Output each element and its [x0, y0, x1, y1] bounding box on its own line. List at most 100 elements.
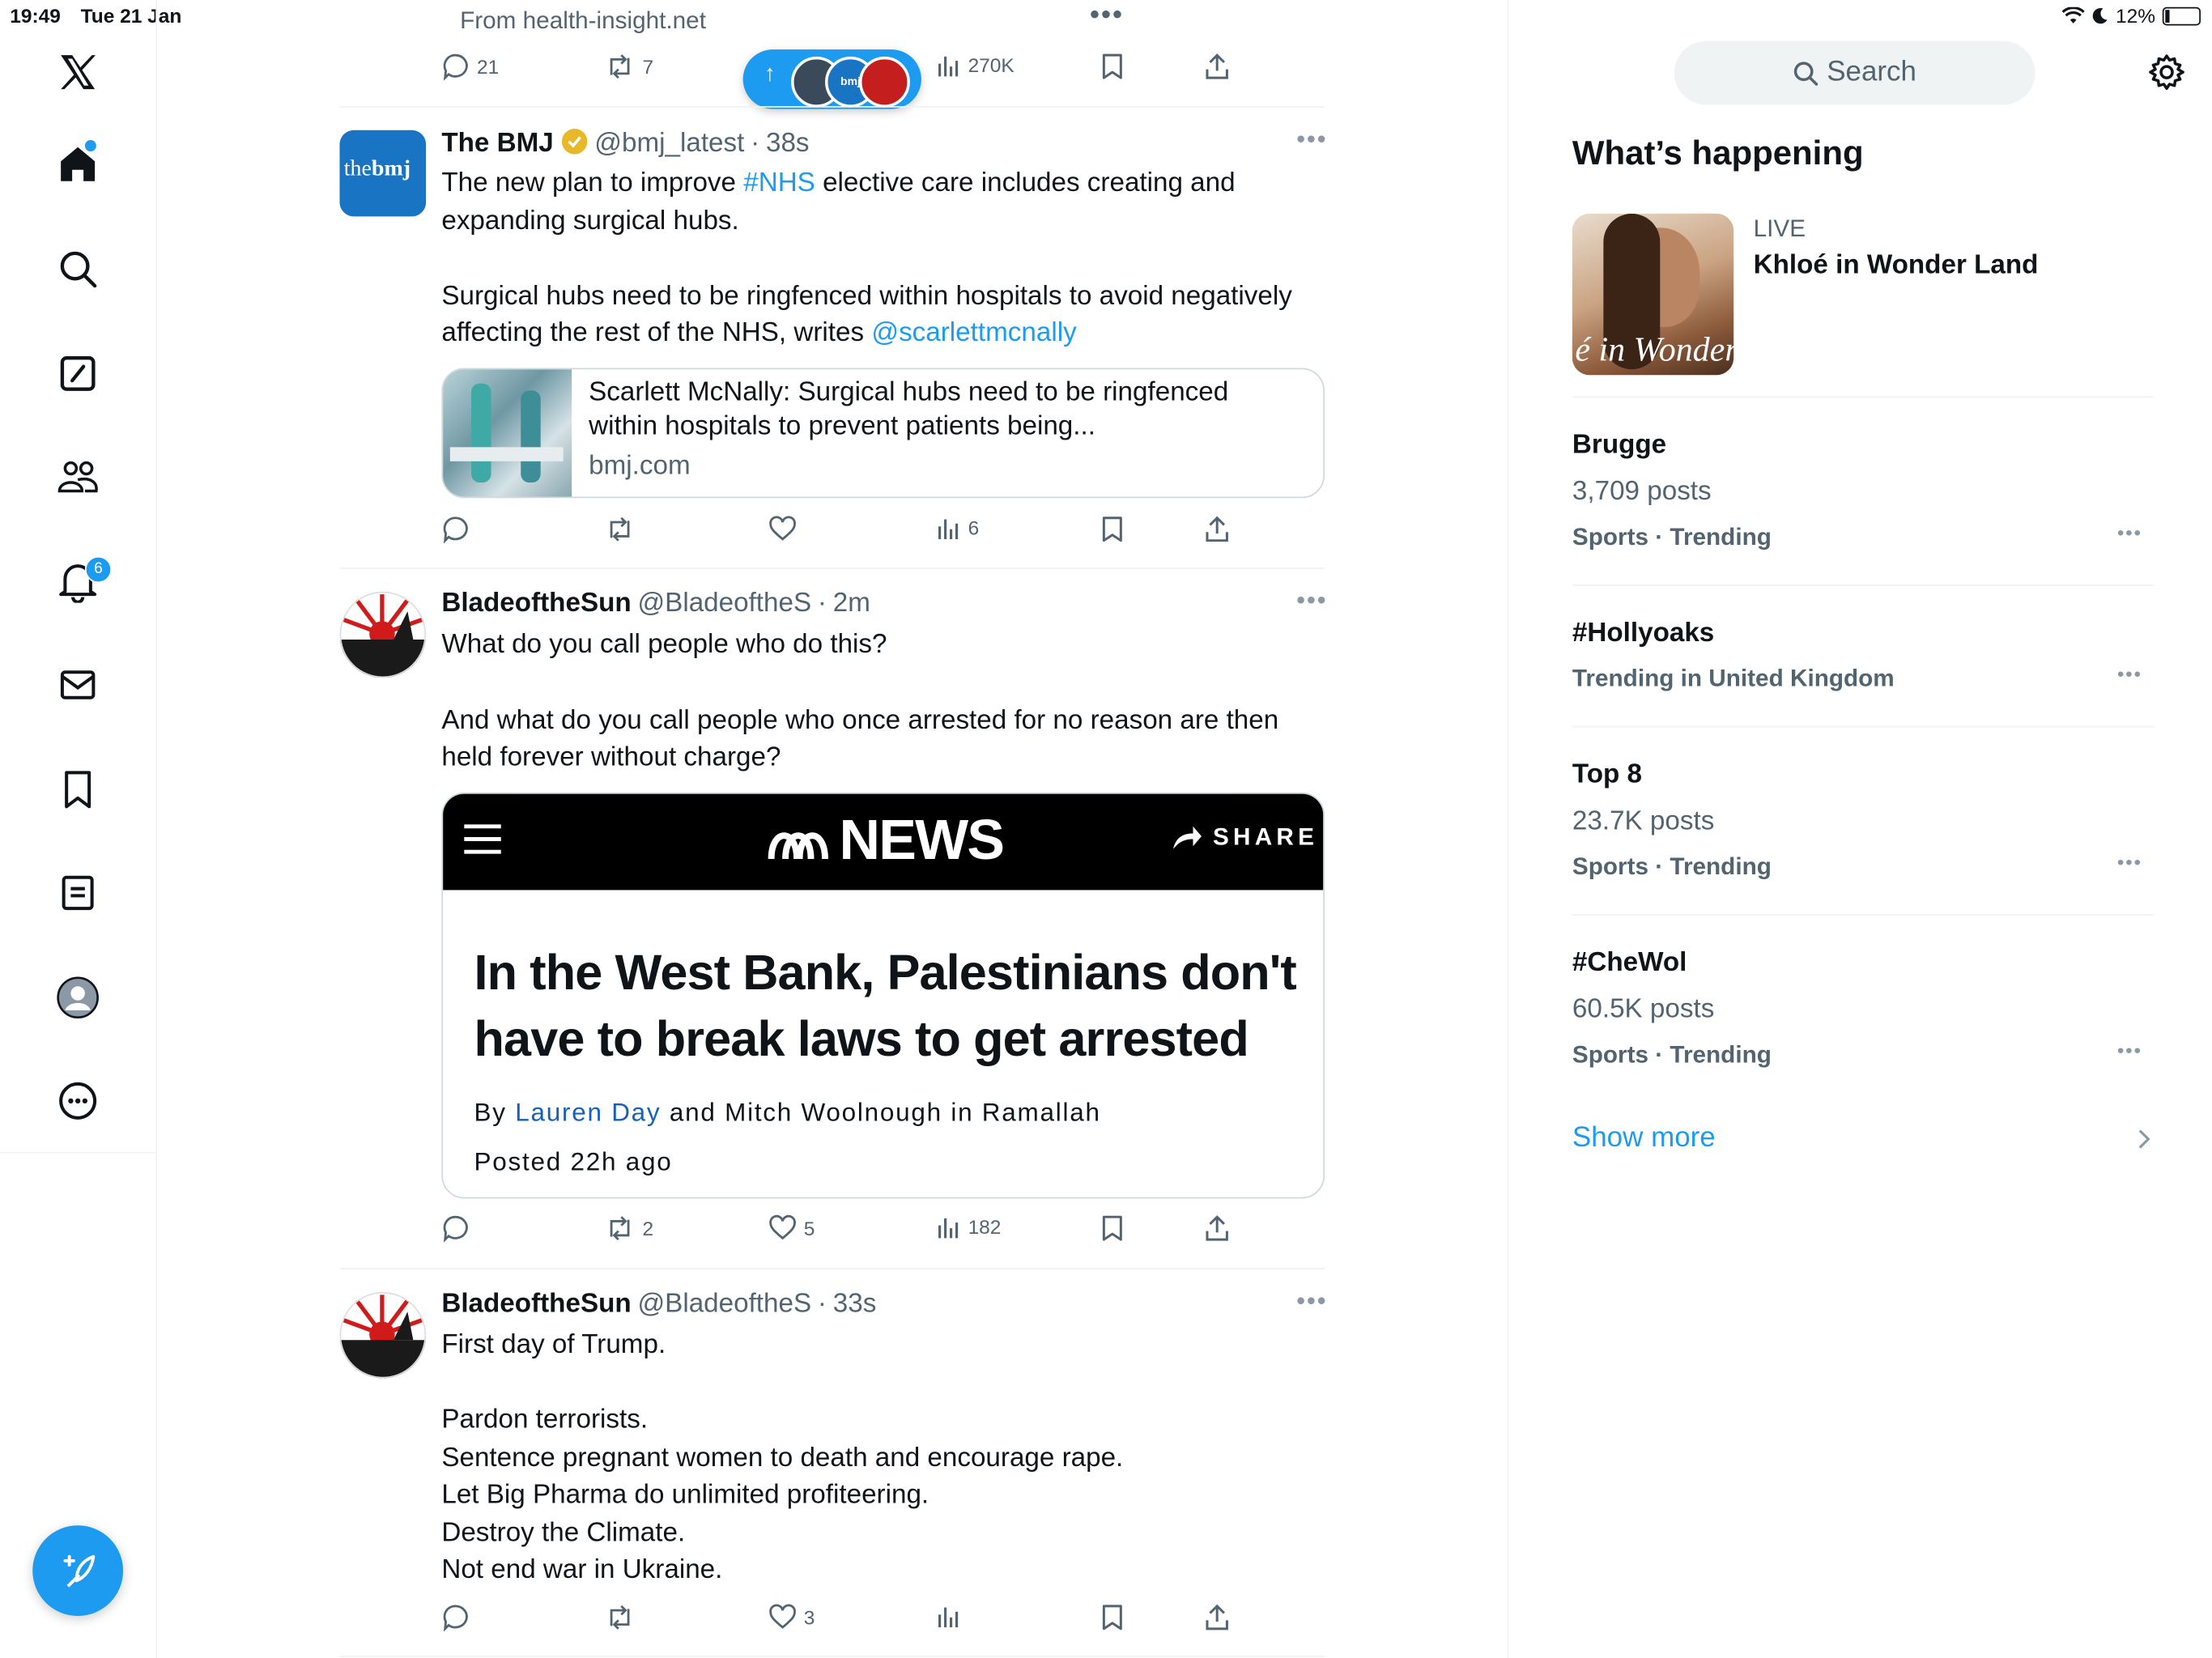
tweet-time[interactable]: 38s — [766, 129, 810, 159]
communities-icon[interactable] — [57, 456, 99, 498]
views-action[interactable]: 6 — [935, 515, 979, 540]
thumbnail-caption: é in Wonder L — [1575, 332, 1734, 370]
share-icon[interactable] — [1203, 1603, 1231, 1631]
retweet-action[interactable]: 2 — [604, 1214, 653, 1243]
news-byline: By Lauren Day and Mitch Woolnough in Ram… — [474, 1098, 1101, 1127]
trend-title[interactable]: Brugge — [1572, 430, 1666, 461]
x-logo-icon[interactable] — [57, 51, 99, 93]
bookmark-icon[interactable] — [1098, 1214, 1126, 1243]
author-handle[interactable]: @BladeoftheS — [637, 1289, 811, 1319]
link-preview-card[interactable]: Scarlett McNally: Surgical hubs need to … — [441, 368, 1325, 499]
messages-envelope-icon[interactable] — [57, 664, 99, 706]
views-count: 182 — [968, 1215, 1002, 1239]
main-column-border — [1507, 0, 1509, 1658]
grok-icon[interactable] — [57, 352, 99, 394]
like-action[interactable] — [768, 515, 804, 543]
reply-action[interactable] — [441, 1214, 477, 1243]
reply-count: 21 — [477, 55, 500, 79]
byline-author-link: Lauren Day — [515, 1098, 661, 1127]
search-input[interactable]: Search — [1674, 40, 2035, 105]
tweet-more-icon[interactable]: ••• — [1296, 586, 1327, 616]
tweet-time[interactable]: 33s — [833, 1289, 877, 1319]
views-action[interactable]: 270K — [935, 53, 1015, 78]
up-arrow-icon: ↑ — [764, 62, 776, 87]
more-circle-icon[interactable] — [57, 1080, 99, 1122]
like-action[interactable]: 5 — [768, 1214, 815, 1243]
trend-more-icon[interactable]: ••• — [2117, 850, 2142, 873]
tweet-more-icon[interactable]: ••• — [1296, 1286, 1327, 1316]
tweet-image-news[interactable]: NEWS SHARE In the West Bank, Palestinian… — [441, 792, 1325, 1199]
views-action[interactable]: 182 — [935, 1214, 1001, 1239]
views-action[interactable] — [935, 1603, 968, 1628]
bookmarks-icon[interactable] — [57, 768, 99, 810]
news-headline: In the West Bank, Palestinians don't hav… — [474, 945, 1297, 1067]
lists-icon[interactable] — [57, 872, 99, 914]
tweet-time[interactable]: 2m — [833, 589, 870, 619]
live-event-title[interactable]: Khloé in Wonder Land — [1754, 250, 2039, 281]
tweet-divider — [339, 106, 1325, 108]
retweet-icon — [604, 1214, 635, 1243]
reply-action[interactable] — [441, 1603, 477, 1632]
views-bar-icon — [935, 1214, 960, 1239]
trend-title[interactable]: #CheWol — [1572, 948, 1687, 979]
more-options-icon[interactable]: ••• — [1090, 0, 1124, 32]
pill-avatar-blade — [858, 56, 910, 108]
heart-icon — [768, 515, 797, 543]
share-icon[interactable] — [1203, 515, 1231, 543]
bladeofthesun-avatar[interactable] — [339, 591, 427, 678]
trend-title[interactable]: Top 8 — [1572, 760, 1642, 791]
views-count: 6 — [968, 516, 980, 539]
share-icon[interactable] — [1203, 1214, 1231, 1243]
nav-divider — [0, 1151, 156, 1154]
settings-gear-icon[interactable] — [2148, 53, 2184, 90]
trend-title[interactable]: #Hollyoaks — [1572, 619, 1714, 649]
show-more-link[interactable]: Show more — [1572, 1122, 1716, 1154]
reply-action[interactable]: 21 — [441, 53, 499, 81]
trend-more-icon[interactable]: ••• — [2117, 1039, 2142, 1061]
wifi-icon — [2061, 6, 2085, 24]
author-handle[interactable]: @BladeoftheS — [637, 589, 811, 619]
link-preview-title: Scarlett McNally: Surgical hubs need to … — [589, 377, 1229, 442]
live-label: LIVE — [1753, 215, 1806, 242]
mention-link[interactable]: @scarlettmcnally — [871, 318, 1076, 348]
trend-more-icon[interactable]: ••• — [2117, 521, 2142, 543]
bladeofthesun-avatar[interactable] — [339, 1291, 427, 1379]
compose-post-button[interactable] — [32, 1525, 124, 1617]
author-name[interactable]: BladeoftheSun — [441, 589, 631, 619]
views-bar-icon — [935, 515, 960, 540]
tweet-divider — [339, 567, 1325, 569]
trend-context: Sports · Trending — [1572, 852, 1772, 881]
new-posts-pill[interactable]: ↑ bmj — [742, 49, 921, 109]
like-action[interactable]: 3 — [768, 1603, 815, 1631]
notifications-badge: 6 — [84, 555, 113, 584]
search-icon[interactable] — [57, 248, 99, 290]
bookmark-icon[interactable] — [1098, 1603, 1126, 1631]
tweet-text: What do you call people who do this? And… — [441, 629, 1279, 773]
author-handle[interactable]: @bmj_latest — [594, 129, 744, 159]
retweet-count: 2 — [642, 1217, 654, 1240]
verified-badge-icon — [560, 127, 589, 155]
live-event-thumbnail[interactable]: é in Wonder L — [1572, 213, 1734, 376]
author-name[interactable]: The BMJ — [441, 129, 553, 159]
home-unread-dot — [84, 140, 96, 152]
retweet-action[interactable] — [604, 1603, 642, 1631]
retweet-action[interactable] — [604, 515, 642, 543]
reply-bubble-icon — [441, 1603, 470, 1632]
retweet-action[interactable]: 7 — [604, 53, 653, 81]
hashtag-link[interactable]: #NHS — [743, 168, 815, 198]
whats-happening-heading: What’s happening — [1572, 134, 1864, 173]
trend-context: Sports · Trending — [1572, 1041, 1772, 1069]
tweet-more-icon[interactable]: ••• — [1296, 125, 1327, 155]
retweet-icon — [604, 515, 635, 543]
profile-avatar-icon[interactable] — [57, 976, 99, 1019]
bookmark-icon[interactable] — [1098, 515, 1126, 543]
tweet-source-label: From health-insight.net — [460, 6, 706, 34]
trend-context: Trending in United Kingdom — [1572, 665, 1895, 692]
news-posted-time: Posted 22h ago — [474, 1147, 673, 1176]
reply-action[interactable] — [441, 515, 477, 544]
trend-more-icon[interactable]: ••• — [2117, 662, 2142, 685]
share-icon[interactable] — [1203, 53, 1231, 81]
bmj-avatar[interactable]: thebmj — [339, 130, 427, 217]
author-name[interactable]: BladeoftheSun — [441, 1289, 631, 1319]
bookmark-icon[interactable] — [1098, 53, 1126, 81]
